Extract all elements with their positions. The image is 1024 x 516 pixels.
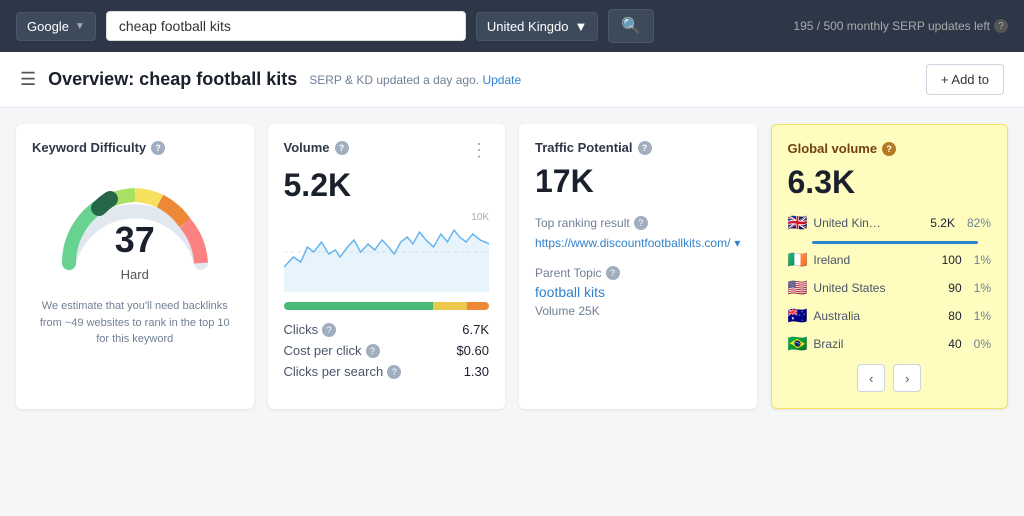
cards-area: Keyword Difficulty ? 37 xyxy=(0,108,1024,425)
parent-volume: Volume 25K xyxy=(535,304,741,318)
country-row: 🇮🇪 Ireland 100 1% xyxy=(788,250,992,270)
top-ranking-label: Top ranking result ? xyxy=(535,216,741,230)
country-flag: 🇮🇪 xyxy=(788,250,808,270)
parent-topic-label: Parent Topic ? xyxy=(535,266,741,280)
cpc-metric-row: Cost per click ? $0.60 xyxy=(284,343,490,358)
more-options-icon[interactable]: ⋮ xyxy=(470,140,489,161)
global-volume-number: 6.3K xyxy=(788,164,992,201)
clicks-bar-yellow xyxy=(433,302,467,310)
cps-help-icon[interactable]: ? xyxy=(387,365,401,379)
engine-selector[interactable]: Google ▼ xyxy=(16,12,96,41)
country-name: United States xyxy=(813,281,942,295)
clicks-bar-green xyxy=(284,302,434,310)
volume-card-title: Volume ? xyxy=(284,140,349,155)
clicks-bar-orange xyxy=(467,302,489,310)
clicks-metric-row: Clicks ? 6.7K xyxy=(284,322,490,337)
country-row: 🇦🇺 Australia 80 1% xyxy=(788,306,992,326)
kd-help-icon[interactable]: ? xyxy=(151,141,165,155)
topbar: Google ▼ United Kingdo ▼ 🔍 195 / 500 mon… xyxy=(0,0,1024,52)
kd-description: We estimate that you'll need backlinks f… xyxy=(32,298,238,348)
dropdown-icon: ▾ xyxy=(734,236,740,250)
country-row: 🇧🇷 Brazil 40 0% xyxy=(788,334,992,354)
country-volume: 5.2K xyxy=(930,216,955,230)
next-page-button[interactable]: › xyxy=(893,364,921,392)
country-label: United Kingdo xyxy=(487,19,569,34)
clicks-value: 6.7K xyxy=(462,322,489,337)
cpc-value: $0.60 xyxy=(456,343,489,358)
country-flag: 🇧🇷 xyxy=(788,334,808,354)
cpc-help-icon[interactable]: ? xyxy=(366,344,380,358)
serp-info-icon[interactable]: ? xyxy=(994,19,1008,33)
engine-label: Google xyxy=(27,19,69,34)
kd-card: Keyword Difficulty ? 37 xyxy=(16,124,254,409)
volume-card-header: Volume ? ⋮ xyxy=(284,140,490,163)
parent-topic-help-icon[interactable]: ? xyxy=(606,266,620,280)
country-flag: 🇦🇺 xyxy=(788,306,808,326)
country-pct: 82% xyxy=(967,216,991,230)
cps-value: 1.30 xyxy=(464,364,489,379)
country-volume: 40 xyxy=(948,337,961,351)
cps-label: Clicks per search ? xyxy=(284,364,402,379)
top-ranking-help-icon[interactable]: ? xyxy=(634,216,648,230)
kd-gauge: 37 xyxy=(55,173,215,263)
cpc-label: Cost per click ? xyxy=(284,343,380,358)
search-button[interactable]: 🔍 xyxy=(608,9,654,43)
country-row: 🇬🇧 United Kin… 5.2K 82% xyxy=(788,213,992,233)
keyword-input[interactable] xyxy=(106,11,466,41)
traffic-number: 17K xyxy=(535,163,741,200)
update-link[interactable]: Update xyxy=(482,73,521,87)
traffic-card: Traffic Potential ? 17K Top ranking resu… xyxy=(519,124,757,409)
volume-chart-svg xyxy=(284,212,490,292)
country-name: Ireland xyxy=(813,253,935,267)
prev-page-button[interactable]: ‹ xyxy=(857,364,885,392)
uk-volume-bar xyxy=(812,241,979,244)
volume-help-icon[interactable]: ? xyxy=(335,141,349,155)
add-to-button[interactable]: + Add to xyxy=(926,64,1004,95)
traffic-card-title: Traffic Potential ? xyxy=(535,140,741,155)
country-flag: 🇺🇸 xyxy=(788,278,808,298)
ranking-url-link[interactable]: https://www.discountfootballkits.com/ ▾ xyxy=(535,236,741,250)
page-title: Overview: cheap football kits xyxy=(48,69,297,90)
volume-chart: 10K xyxy=(284,212,490,292)
country-pct: 1% xyxy=(974,281,991,295)
update-notice: SERP & KD updated a day ago. Update xyxy=(309,73,521,87)
kd-score: 37 xyxy=(115,219,155,261)
traffic-help-icon[interactable]: ? xyxy=(638,141,652,155)
country-name: Brazil xyxy=(813,337,942,351)
pagination-nav: ‹ › xyxy=(788,364,992,392)
country-selector[interactable]: United Kingdo ▼ xyxy=(476,12,599,41)
country-name: United Kin… xyxy=(813,216,924,230)
menu-icon[interactable]: ☰ xyxy=(20,69,36,90)
volume-card: Volume ? ⋮ 5.2K 10K Clicks xyxy=(268,124,506,409)
country-pct: 0% xyxy=(974,337,991,351)
header-left: ☰ Overview: cheap football kits SERP & K… xyxy=(20,69,521,90)
country-flag: 🇬🇧 xyxy=(788,213,808,233)
country-volume: 80 xyxy=(948,309,961,323)
cps-metric-row: Clicks per search ? 1.30 xyxy=(284,364,490,379)
chart-y-label: 10K xyxy=(471,212,489,223)
volume-number: 5.2K xyxy=(284,167,490,204)
country-chevron-icon: ▼ xyxy=(575,19,588,34)
kd-card-title: Keyword Difficulty ? xyxy=(32,140,165,155)
clicks-label: Clicks ? xyxy=(284,322,337,337)
country-volume: 100 xyxy=(942,253,962,267)
country-pct: 1% xyxy=(974,309,991,323)
global-card: Global volume ? 6.3K 🇬🇧 United Kin… 5.2K… xyxy=(771,124,1009,409)
country-row: 🇺🇸 United States 90 1% xyxy=(788,278,992,298)
clicks-help-icon[interactable]: ? xyxy=(322,323,336,337)
country-list: 🇬🇧 United Kin… 5.2K 82% 🇮🇪 Ireland 100 1… xyxy=(788,213,992,354)
global-help-icon[interactable]: ? xyxy=(882,142,896,156)
country-volume: 90 xyxy=(948,281,961,295)
parent-topic-link[interactable]: football kits xyxy=(535,284,605,300)
serp-counter: 195 / 500 monthly SERP updates left ? xyxy=(793,19,1008,33)
country-pct: 1% xyxy=(974,253,991,267)
country-name: Australia xyxy=(813,309,942,323)
global-card-title: Global volume ? xyxy=(788,141,992,156)
engine-chevron-icon: ▼ xyxy=(75,21,85,32)
page-header: ☰ Overview: cheap football kits SERP & K… xyxy=(0,52,1024,108)
clicks-bar xyxy=(284,302,490,310)
